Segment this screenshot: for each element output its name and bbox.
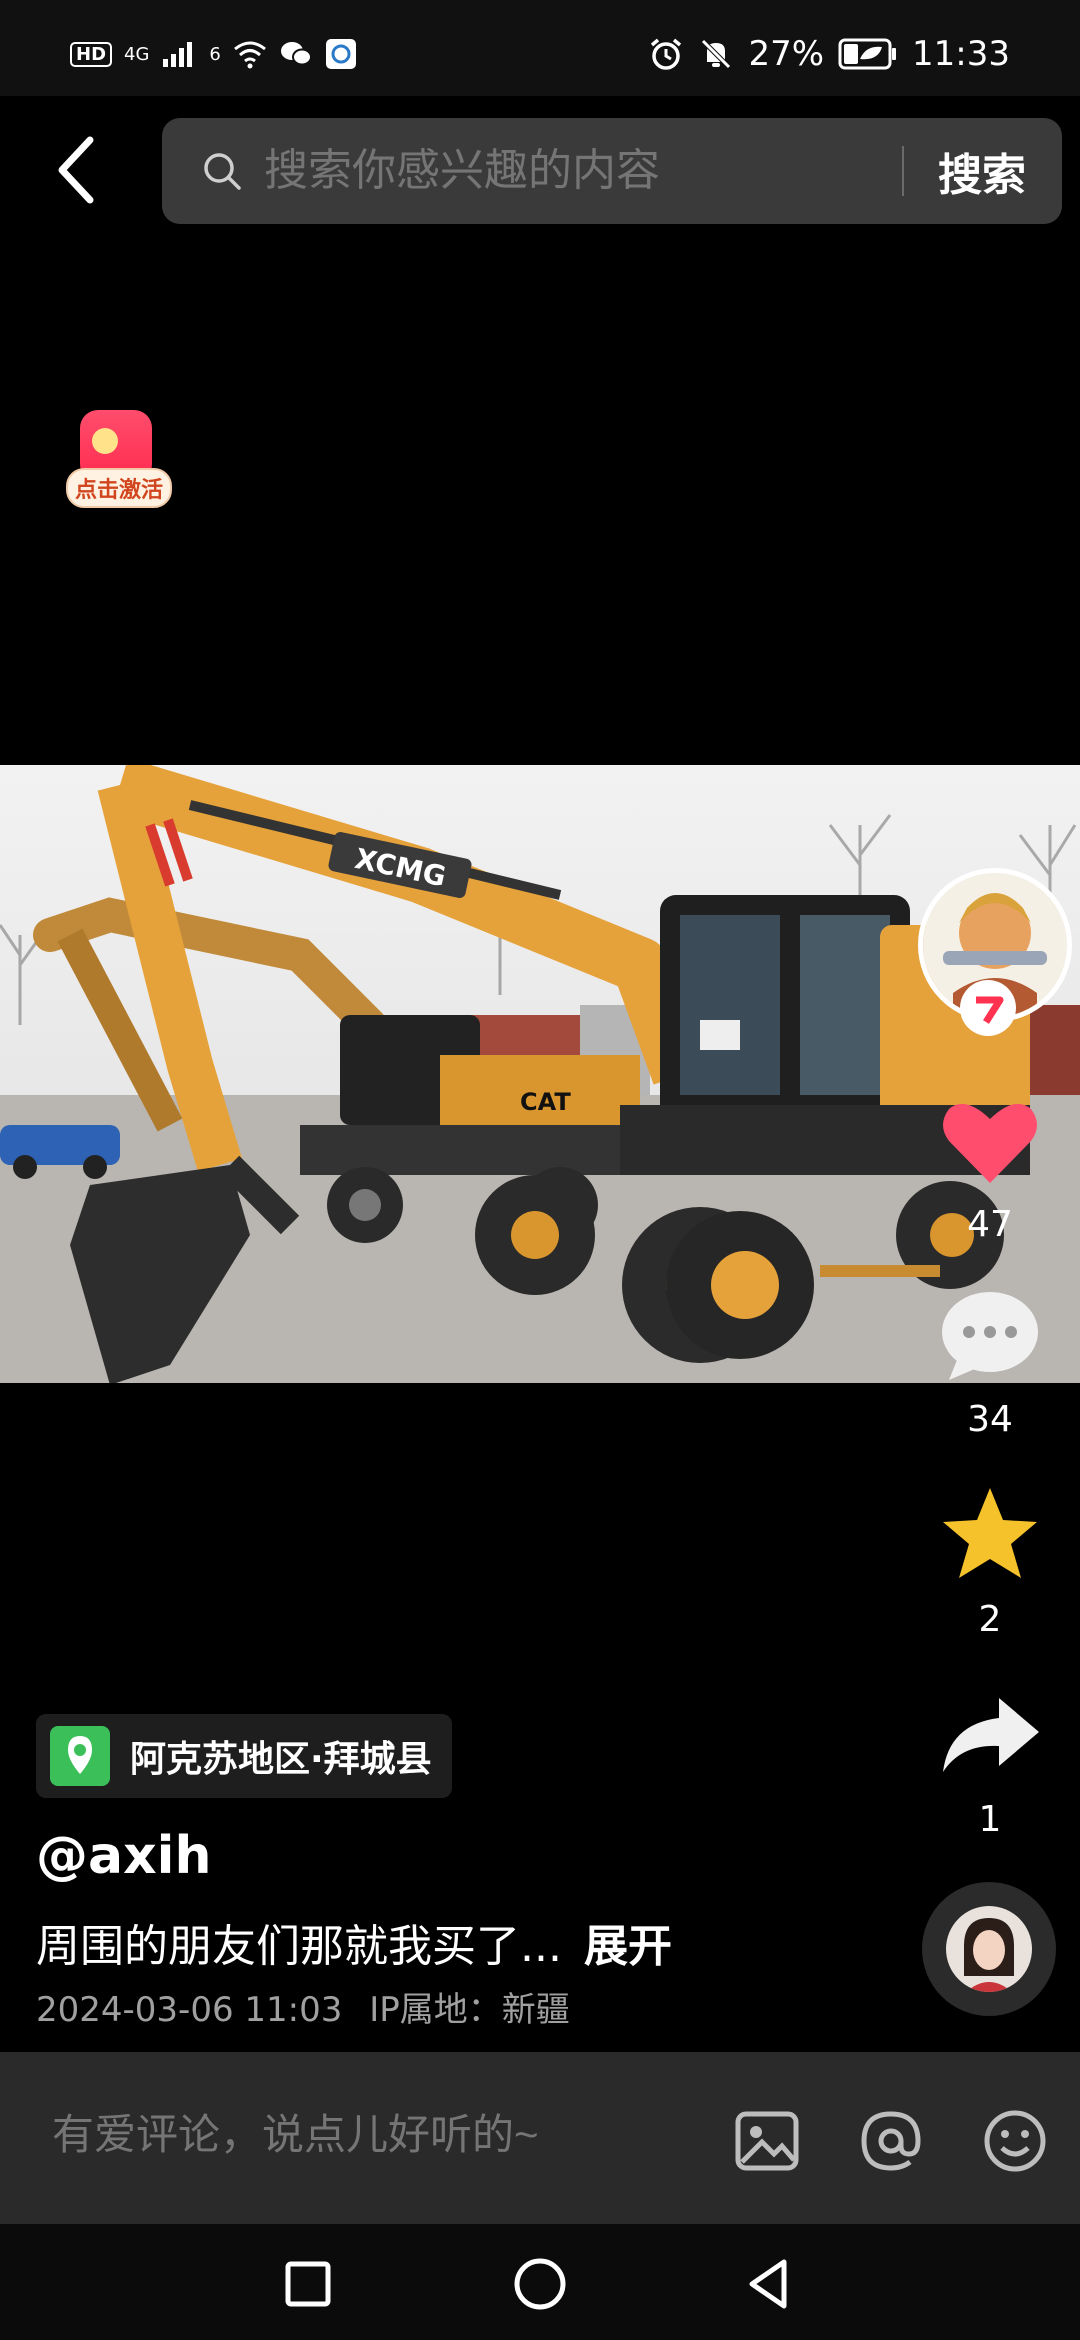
post-photo[interactable]: CAT XCMG (0, 765, 1080, 1383)
alarm-icon (651, 38, 682, 70)
recent-apps-icon[interactable] (278, 2254, 338, 2314)
red-packet-label: 点击激活 (66, 468, 172, 508)
expand-button[interactable]: 展开 (584, 1921, 672, 1972)
status-right: 27% 11:33 (648, 34, 1010, 74)
battery-percent: 27% (748, 34, 825, 74)
post-description: 周围的朋友们那就我买了... 展开 (36, 1910, 672, 1974)
emoji-icon[interactable] (976, 2102, 1054, 2180)
comment-input[interactable] (50, 2110, 714, 2160)
mute-icon (701, 39, 732, 69)
image-icon[interactable] (728, 2102, 806, 2180)
share-action[interactable]: 1 (930, 1680, 1050, 1840)
signal-icon (163, 42, 193, 67)
status-bar: HD 4G 6 27% 11:33 (0, 0, 1080, 96)
back-nav-icon[interactable] (740, 2254, 800, 2314)
comment-action[interactable]: 34 (930, 1280, 1050, 1440)
location-tag[interactable]: 阿克苏地区·拜城县 (36, 1714, 452, 1798)
search-divider (902, 146, 904, 196)
red-packet-widget[interactable]: 点击激活 (66, 410, 172, 510)
hd-badge: HD (70, 41, 113, 67)
excavator-photo: CAT XCMG (0, 765, 1080, 1383)
battery-icon (838, 38, 897, 70)
location-pin-icon (50, 1726, 110, 1786)
author-username[interactable]: @axih (36, 1826, 211, 1886)
search-icon (204, 153, 241, 190)
status-left: HD 4G 6 (70, 38, 357, 70)
ip-region: 新疆 (501, 1990, 570, 2030)
comment-count: 34 (967, 1399, 1013, 1440)
follow-badge[interactable] (960, 980, 1016, 1036)
app-notification-icon (325, 39, 356, 69)
description-text: 周围的朋友们那就我买了... (36, 1921, 562, 1972)
wifi-version: 6 (209, 43, 221, 65)
favorite-action[interactable]: 2 (930, 1480, 1050, 1640)
post-datetime: 2024-03-06 11:03 (36, 1990, 343, 2030)
post-meta: 2024-03-06 11:03 IP属地：新疆 (36, 1982, 570, 2031)
search-bar[interactable]: 搜索 (162, 118, 1062, 224)
network-type: 4G (124, 43, 150, 65)
brand-cat-text: CAT (520, 1088, 571, 1116)
like-action[interactable]: 47 (930, 1085, 1050, 1245)
location-text: 阿克苏地区·拜城县 (130, 1739, 432, 1780)
wifi-icon (233, 41, 266, 69)
like-count: 47 (967, 1204, 1013, 1245)
share-icon (943, 1698, 1039, 1772)
comment-icon (942, 1292, 1038, 1380)
system-nav-bar (0, 2224, 1080, 2340)
home-icon[interactable] (510, 2254, 570, 2314)
heart-icon (943, 1103, 1037, 1183)
search-button[interactable]: 搜索 (938, 139, 1026, 203)
favorite-count: 2 (978, 1599, 1002, 1640)
music-avatar (946, 1906, 1032, 1992)
star-icon (943, 1488, 1037, 1578)
clock: 11:33 (912, 34, 1010, 74)
comment-bar (0, 2052, 1080, 2224)
back-arrow-icon[interactable] (48, 130, 108, 210)
wechat-icon (280, 42, 312, 66)
coin-icon (92, 428, 118, 454)
search-input[interactable] (262, 145, 902, 197)
ip-label: IP属地： (369, 1990, 502, 2030)
music-disc[interactable] (922, 1882, 1056, 2016)
at-mention-icon[interactable] (852, 2102, 930, 2180)
share-count: 1 (978, 1799, 1002, 1840)
